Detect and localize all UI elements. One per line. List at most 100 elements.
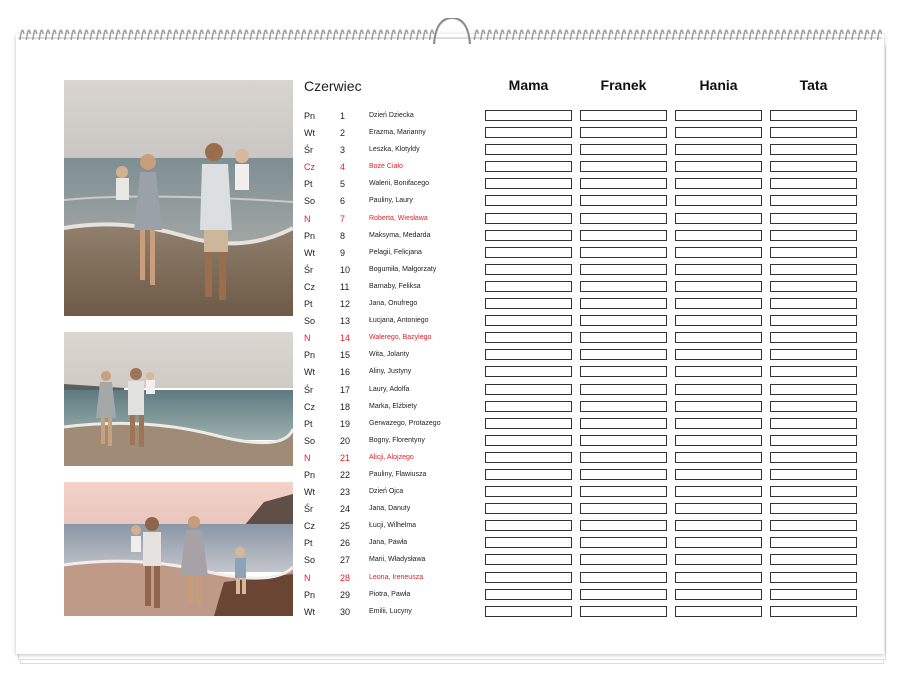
entry-box-tata[interactable] [770,315,857,327]
entry-box-franek[interactable] [580,110,667,121]
entry-box-tata[interactable] [770,366,857,378]
entry-box-tata[interactable] [770,161,857,173]
entry-box-tata[interactable] [770,246,857,258]
entry-box-tata[interactable] [770,349,857,361]
entry-box-tata[interactable] [770,212,857,224]
entry-box-franek[interactable] [580,520,667,532]
entry-box-hania[interactable] [675,332,762,344]
entry-box-hania[interactable] [675,451,762,463]
entry-box-hania[interactable] [675,605,762,617]
entry-box-hania[interactable] [675,298,762,310]
entry-box-hania[interactable] [675,178,762,190]
entry-box-franek[interactable] [580,468,667,480]
entry-box-mama[interactable] [485,229,572,241]
entry-box-franek[interactable] [580,246,667,258]
entry-box-franek[interactable] [580,486,667,498]
entry-box-franek[interactable] [580,178,667,190]
entry-box-tata[interactable] [770,417,857,429]
entry-box-hania[interactable] [675,229,762,241]
entry-box-tata[interactable] [770,503,857,515]
entry-box-tata[interactable] [770,605,857,617]
entry-box-franek[interactable] [580,332,667,344]
entry-box-mama[interactable] [485,588,572,600]
entry-box-mama[interactable] [485,298,572,310]
entry-box-mama[interactable] [485,503,572,515]
entry-box-mama[interactable] [485,332,572,344]
entry-box-franek[interactable] [580,315,667,327]
entry-box-mama[interactable] [485,212,572,224]
entry-box-mama[interactable] [485,195,572,207]
entry-box-hania[interactable] [675,520,762,532]
entry-box-mama[interactable] [485,571,572,583]
entry-box-tata[interactable] [770,383,857,395]
entry-box-tata[interactable] [770,229,857,241]
entry-box-mama[interactable] [485,315,572,327]
entry-box-hania[interactable] [675,280,762,292]
entry-box-franek[interactable] [580,451,667,463]
entry-box-hania[interactable] [675,144,762,156]
entry-box-hania[interactable] [675,503,762,515]
entry-box-franek[interactable] [580,383,667,395]
entry-box-mama[interactable] [485,383,572,395]
entry-box-tata[interactable] [770,451,857,463]
entry-box-franek[interactable] [580,537,667,549]
entry-box-hania[interactable] [675,400,762,412]
entry-box-mama[interactable] [485,144,572,156]
entry-box-hania[interactable] [675,246,762,258]
entry-box-franek[interactable] [580,434,667,446]
entry-box-hania[interactable] [675,110,762,121]
entry-box-mama[interactable] [485,605,572,617]
entry-box-tata[interactable] [770,468,857,480]
entry-box-tata[interactable] [770,127,857,139]
entry-box-hania[interactable] [675,571,762,583]
entry-box-mama[interactable] [485,161,572,173]
entry-box-mama[interactable] [485,417,572,429]
entry-box-hania[interactable] [675,383,762,395]
entry-box-tata[interactable] [770,588,857,600]
entry-box-franek[interactable] [580,161,667,173]
entry-box-hania[interactable] [675,468,762,480]
entry-box-hania[interactable] [675,554,762,566]
entry-box-mama[interactable] [485,246,572,258]
entry-box-franek[interactable] [580,605,667,617]
entry-box-hania[interactable] [675,366,762,378]
entry-box-mama[interactable] [485,127,572,139]
entry-box-franek[interactable] [580,554,667,566]
entry-box-hania[interactable] [675,588,762,600]
entry-box-tata[interactable] [770,263,857,275]
entry-box-tata[interactable] [770,195,857,207]
entry-box-mama[interactable] [485,349,572,361]
entry-box-franek[interactable] [580,417,667,429]
entry-box-franek[interactable] [580,588,667,600]
entry-box-hania[interactable] [675,349,762,361]
entry-box-tata[interactable] [770,280,857,292]
entry-box-tata[interactable] [770,298,857,310]
entry-box-tata[interactable] [770,400,857,412]
entry-box-mama[interactable] [485,400,572,412]
entry-box-hania[interactable] [675,537,762,549]
entry-box-mama[interactable] [485,554,572,566]
entry-box-tata[interactable] [770,144,857,156]
entry-box-franek[interactable] [580,571,667,583]
entry-box-mama[interactable] [485,468,572,480]
entry-box-tata[interactable] [770,434,857,446]
entry-box-franek[interactable] [580,280,667,292]
entry-box-franek[interactable] [580,263,667,275]
entry-box-tata[interactable] [770,571,857,583]
entry-box-franek[interactable] [580,195,667,207]
entry-box-hania[interactable] [675,263,762,275]
entry-box-mama[interactable] [485,520,572,532]
entry-box-tata[interactable] [770,486,857,498]
entry-box-mama[interactable] [485,366,572,378]
entry-box-tata[interactable] [770,520,857,532]
entry-box-hania[interactable] [675,486,762,498]
entry-box-hania[interactable] [675,195,762,207]
entry-box-hania[interactable] [675,127,762,139]
entry-box-mama[interactable] [485,434,572,446]
entry-box-hania[interactable] [675,417,762,429]
entry-box-mama[interactable] [485,263,572,275]
entry-box-franek[interactable] [580,400,667,412]
entry-box-franek[interactable] [580,503,667,515]
entry-box-franek[interactable] [580,229,667,241]
entry-box-hania[interactable] [675,434,762,446]
